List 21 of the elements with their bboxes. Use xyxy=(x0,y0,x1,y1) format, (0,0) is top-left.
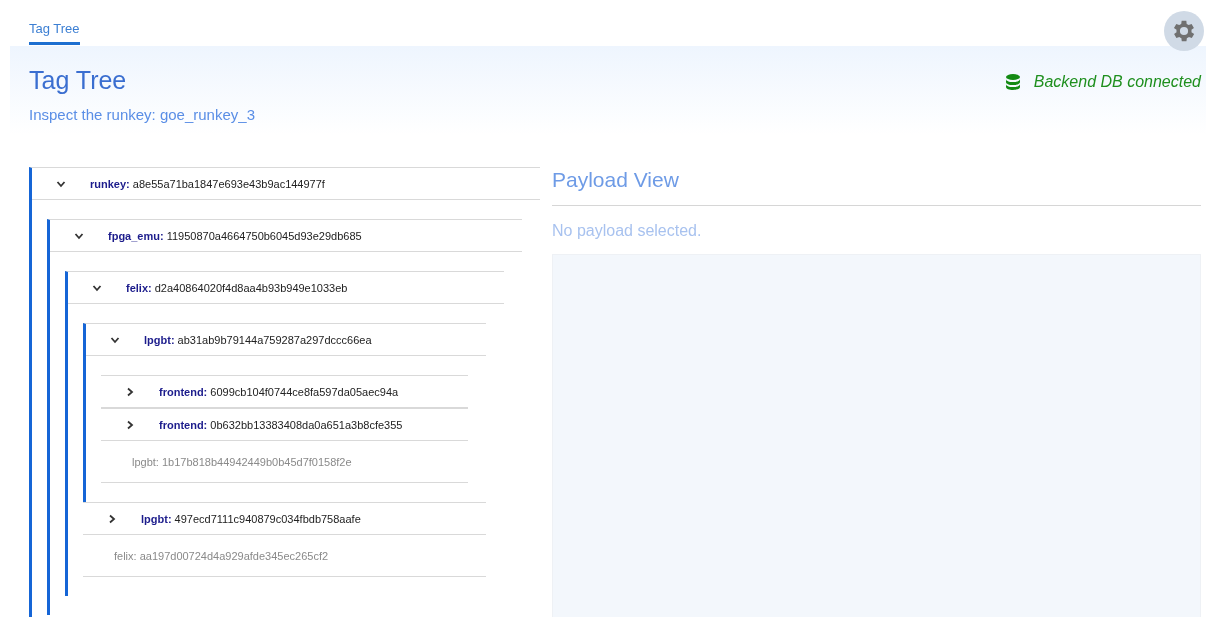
payload-entry[interactable]: lpgbt: 1b17b818b44942449b0b45d7f0158f2e xyxy=(132,455,352,468)
panel-title: Payload View xyxy=(552,167,1201,206)
tag-label: lpgbt: 497ecd7111c940879c034fbdb758aafe xyxy=(141,512,361,525)
tag-label: frontend: 0b632bb13383408da0a651a3b8cfe355 xyxy=(159,418,403,431)
payload-entry[interactable]: felix: aa197d00724d4a929afde345ec265cf2 xyxy=(114,549,329,562)
tag-label: frontend: 6099cb104f0744ce8fa597da05aec94a xyxy=(159,385,399,398)
tag-label: felix: d2a40864020f4d8aa4b93b949e1033eb xyxy=(126,281,348,294)
connection-status: Backend DB connected xyxy=(1033,73,1201,91)
page-subtitle: Inspect the runkey: goe_runkey_3 xyxy=(29,106,255,123)
page-title: Tag Tree xyxy=(29,66,128,95)
tree-node-row[interactable]: lpgbt: 497ecd7111c940879c034fbdb758aafe xyxy=(83,503,486,535)
tree-node-row[interactable]: felix: d2a40864020f4d8aa4b93b949e1033eb xyxy=(68,272,504,304)
empty-message: No payload selected. xyxy=(552,222,703,240)
tree-node-row[interactable]: frontend: 6099cb104f0744ce8fa597da05aec94a xyxy=(101,376,468,408)
tree-node-row[interactable]: fpga_emu: 11950870a4664750b6045d93e29db685 xyxy=(50,220,522,252)
tag-label: runkey: a8e55a71ba1847e693e43b9ac144977f xyxy=(90,177,325,190)
tree-node-row[interactable]: frontend: 0b632bb13383408da0a651a3b8cfe355 xyxy=(101,409,468,441)
tag-label: fpga_emu: 11950870a4664750b6045d93e29db685 xyxy=(108,229,362,242)
tag-label: lpgbt: ab31ab9b79144a759287a297dccc66ea xyxy=(144,333,372,346)
tree-node-row[interactable]: lpgbt: ab31ab9b79144a759287a297dccc66ea xyxy=(86,324,486,356)
tree-node-row[interactable]: runkey: a8e55a71ba1847e693e43b9ac144977f xyxy=(32,168,540,200)
